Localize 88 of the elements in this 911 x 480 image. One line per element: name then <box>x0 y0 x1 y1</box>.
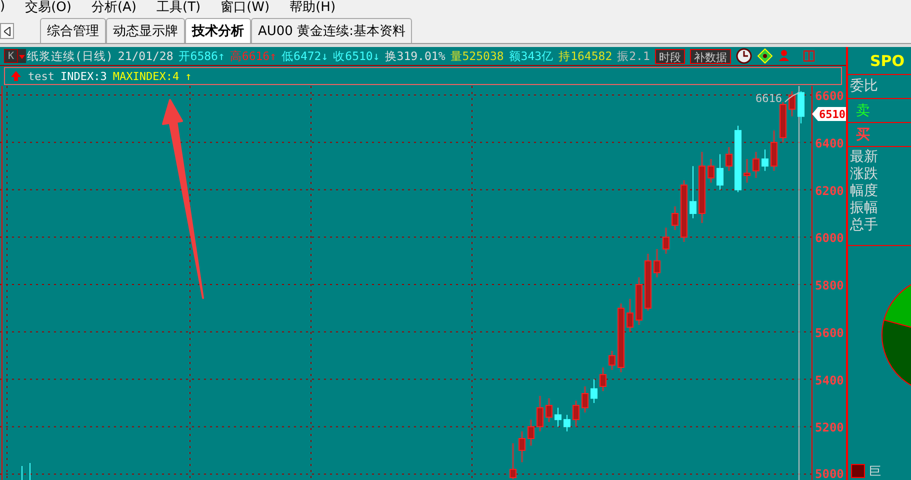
indicator-value: MAXINDEX:4 <box>112 70 180 82</box>
price-axis-label: 5600 <box>815 326 844 340</box>
diamond-icon[interactable] <box>756 48 773 64</box>
dropdown-icon[interactable] <box>18 49 26 63</box>
stat-label: 涨跌 <box>850 166 879 183</box>
price-axis-label: 6200 <box>815 184 844 198</box>
stat-label: 幅度 <box>850 183 879 200</box>
quote-field: 振2.1 <box>617 48 650 64</box>
candle <box>798 90 804 124</box>
price-axis-label: 6000 <box>815 231 844 246</box>
candle <box>572 400 580 428</box>
quote-field: 额343亿 <box>508 48 554 64</box>
candle <box>536 395 544 432</box>
menu-item[interactable]: 工具(T) <box>156 0 201 16</box>
candle <box>618 303 624 373</box>
menu-item[interactable]: ) <box>0 0 6 14</box>
candle <box>716 154 724 190</box>
legend-label: 巨 <box>869 462 881 480</box>
candle <box>762 149 768 172</box>
buy-label: 买 <box>856 126 870 144</box>
tab[interactable]: 技术分析 <box>185 18 251 43</box>
quote-field: 纸浆连续(日线) <box>27 48 113 64</box>
quote-field: 高6616↑ <box>230 48 277 64</box>
tab[interactable]: AU00 黄金连续:基本资料 <box>251 18 412 43</box>
picture-cut-off-wicks <box>22 462 30 480</box>
order-ratio-label: 委比 <box>850 78 878 95</box>
left-triangle-icon <box>4 26 10 36</box>
candle <box>626 298 634 332</box>
high-price-label: 6616 <box>756 92 782 105</box>
quote-field: 低6472↓ <box>282 48 328 64</box>
candle <box>510 442 516 480</box>
price-axis-label: 6600 <box>815 89 844 103</box>
stat-label: 总手 <box>850 217 879 234</box>
quote-field: 开6586↑ <box>178 48 225 64</box>
candle <box>546 398 552 422</box>
menu-item[interactable]: 分析(A) <box>91 0 137 16</box>
period-button[interactable]: K <box>4 49 18 63</box>
price-axis-label: 6400 <box>815 136 844 150</box>
candle <box>654 248 660 278</box>
candle <box>680 180 688 242</box>
stat-label: 振幅 <box>850 200 879 217</box>
candle <box>662 227 670 254</box>
price-tag: 6510 <box>812 107 846 121</box>
tab[interactable]: 动态显示牌 <box>106 18 185 43</box>
candle <box>528 419 534 446</box>
candle <box>636 276 642 326</box>
quote-field: 21/01/28 <box>118 49 174 63</box>
candle <box>600 366 606 392</box>
candle <box>582 386 588 413</box>
price-axis-label: 5200 <box>815 420 844 435</box>
leader-line <box>784 92 800 102</box>
candle <box>672 206 678 231</box>
candle <box>644 253 652 312</box>
price-axis-label: 5000 <box>815 467 844 480</box>
stat-label: 最新 <box>850 149 879 166</box>
up-arrow-icon <box>10 70 22 82</box>
panel-title: SPO <box>848 47 911 75</box>
candle <box>770 130 778 172</box>
candle <box>752 151 760 178</box>
candle <box>708 158 714 184</box>
candle <box>590 378 598 404</box>
toolbar-button[interactable]: 补数据 <box>690 48 731 64</box>
candle <box>726 146 732 172</box>
indicator-value: INDEX:3 <box>60 70 107 82</box>
candle <box>608 350 616 370</box>
candle <box>744 158 750 184</box>
clock-icon[interactable] <box>736 48 752 64</box>
price-axis-label: 5400 <box>815 373 844 388</box>
tab[interactable]: 综合管理 <box>40 18 106 43</box>
price-axis-label: 5800 <box>815 278 844 293</box>
candle <box>518 430 526 463</box>
candle <box>780 102 786 143</box>
quote-field: 量525038 <box>450 48 504 64</box>
candle <box>690 166 696 219</box>
arrow-symbol: ↑ <box>185 70 192 82</box>
quote-field: 换319.01% <box>384 48 446 64</box>
candle <box>564 414 570 432</box>
menu-item[interactable]: 帮助(H) <box>290 0 336 16</box>
candle <box>554 407 562 428</box>
scroll-left-button[interactable] <box>0 23 14 39</box>
toolbar-button[interactable]: 时段 <box>654 48 685 64</box>
sell-label: 卖 <box>856 102 870 120</box>
quote-field: 持164582 <box>558 48 612 64</box>
legend-swatch <box>851 464 865 478</box>
quote-field: 收6510↓ <box>333 48 380 64</box>
candle <box>788 90 796 117</box>
candle <box>734 125 742 193</box>
indicator-name: test <box>28 70 54 82</box>
